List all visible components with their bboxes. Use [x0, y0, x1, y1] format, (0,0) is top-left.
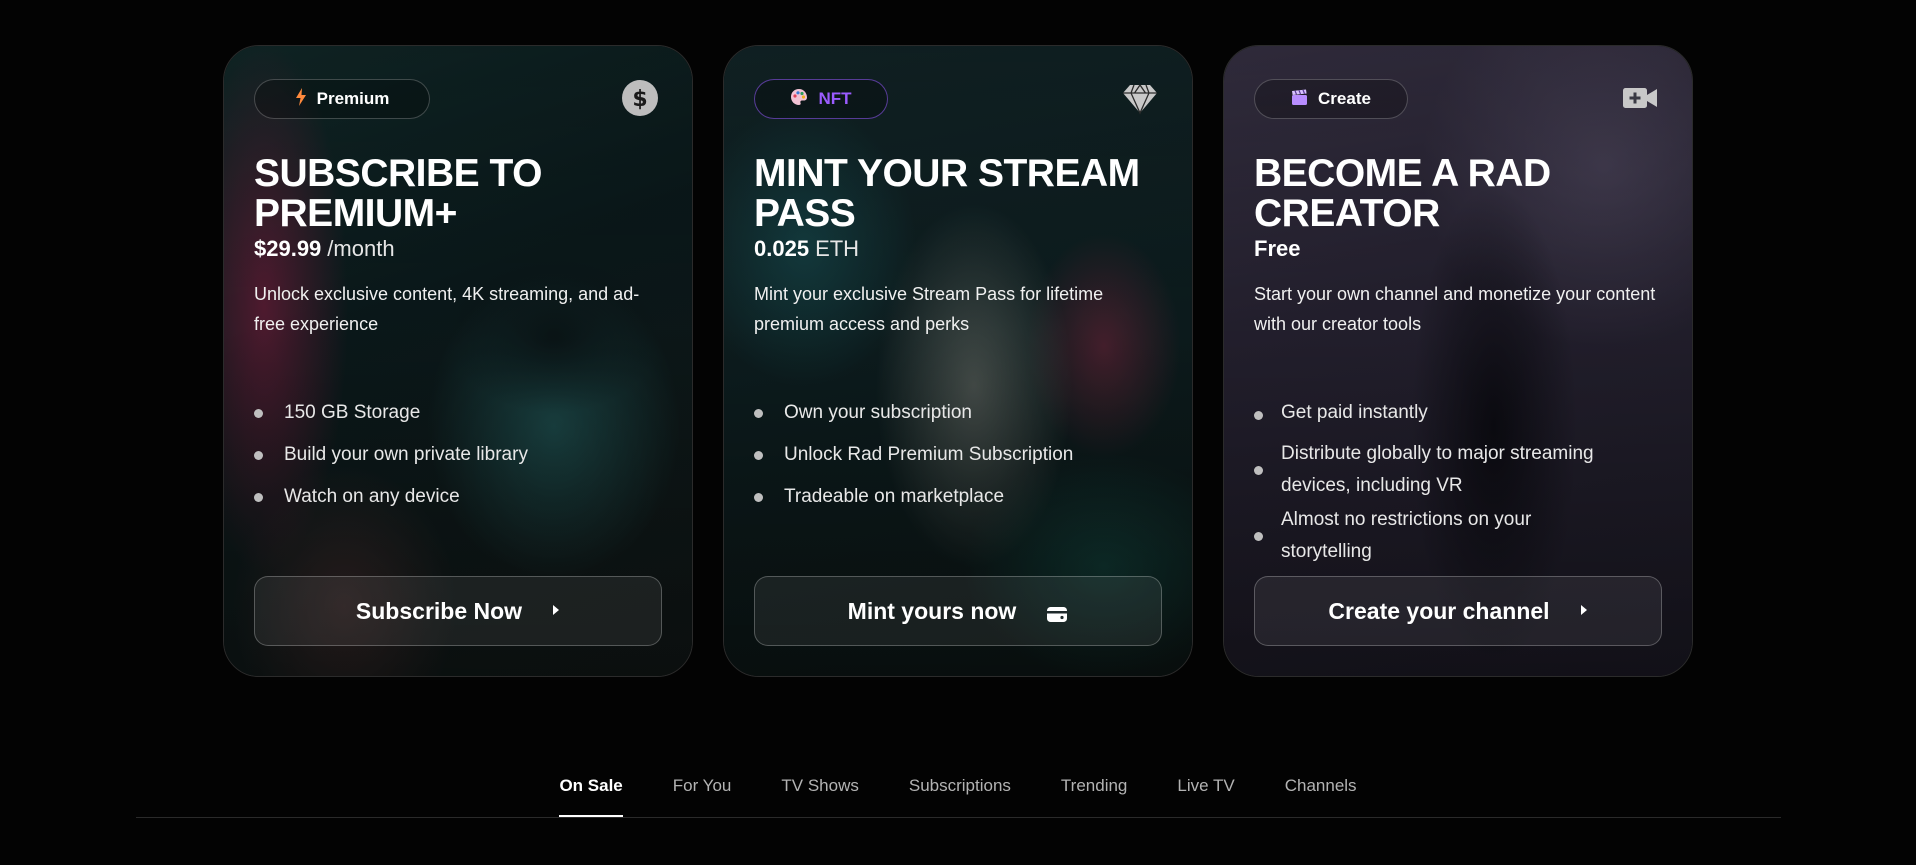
- creator-price: Free: [1254, 236, 1300, 262]
- tab-trending[interactable]: Trending: [1061, 770, 1127, 818]
- premium-badge: Premium: [254, 79, 430, 119]
- feature-item: 150 GB Storage: [254, 398, 664, 428]
- price-amount: Free: [1254, 236, 1301, 261]
- creator-card-title: BECOME A RAD CREATOR: [1254, 152, 1551, 235]
- nft-badge: NFT: [754, 79, 888, 119]
- palette-icon: [790, 88, 808, 110]
- tab-for-you[interactable]: For You: [673, 770, 732, 818]
- caret-right-icon: [552, 604, 560, 619]
- clapperboard-icon: [1291, 89, 1308, 110]
- feature-item: Unlock Rad Premium Subscription: [754, 440, 1164, 470]
- nft-description: Mint your exclusive Stream Pass for life…: [754, 284, 1104, 334]
- video-camera-plus-icon: [1621, 79, 1659, 117]
- nft-card: NFT MINT YOUR STREAM PASS 0.025 ETH Mint …: [723, 45, 1193, 677]
- dollar-circle-icon: $: [621, 79, 659, 117]
- nft-badge-label: NFT: [818, 89, 852, 108]
- nft-feature-list: Own your subscription Unlock Rad Premium…: [754, 398, 1164, 524]
- diamond-icon: [1121, 79, 1159, 117]
- tab-on-sale[interactable]: On Sale: [559, 770, 624, 818]
- feature-item: Build your own private library: [254, 440, 664, 470]
- mint-yours-now-label: Mint yours now: [847, 597, 1017, 624]
- subscribe-now-button[interactable]: Subscribe Now: [254, 576, 662, 646]
- tab-channels[interactable]: Channels: [1285, 770, 1357, 818]
- create-your-channel-button[interactable]: Create your channel: [1254, 576, 1662, 646]
- premium-description: Unlock exclusive content, 4K streaming, …: [254, 284, 640, 334]
- caret-right-icon: [1580, 604, 1588, 619]
- nft-price: 0.025 ETH: [754, 236, 859, 262]
- premium-feature-list: 150 GB Storage Build your own private li…: [254, 398, 664, 524]
- creator-description: Start your own channel and monetize your…: [1254, 284, 1656, 334]
- premium-card: Premium $ SUBSCRIBE TO PREMIUM+ $29.99/m…: [223, 45, 693, 677]
- page: Premium $ SUBSCRIBE TO PREMIUM+ $29.99/m…: [0, 0, 1916, 865]
- premium-badge-label: Premium: [316, 89, 390, 108]
- feature-item: Own your subscription: [754, 398, 1164, 428]
- feature-item: Watch on any device: [254, 482, 664, 512]
- category-tab-bar: On Sale For You TV Shows Subscriptions T…: [0, 770, 1916, 820]
- creator-feature-list: Get paid instantly Distribute globally t…: [1254, 398, 1664, 570]
- create-badge-label: Create: [1318, 89, 1371, 108]
- lightning-bolt-icon: [295, 88, 307, 110]
- price-amount: $29.99: [254, 236, 322, 261]
- feature-item: Almost no restrictions on your storytell…: [1254, 504, 1664, 568]
- price-unit: /month: [327, 236, 395, 261]
- tab-bar-divider: [136, 817, 1781, 818]
- svg-text:$: $: [632, 87, 647, 112]
- premium-price: $29.99/month: [254, 236, 395, 262]
- create-badge: Create: [1254, 79, 1408, 119]
- mint-yours-now-button[interactable]: Mint yours now: [754, 576, 1162, 646]
- subscribe-now-label: Subscribe Now: [355, 597, 523, 624]
- create-your-channel-label: Create your channel: [1328, 597, 1550, 624]
- tab-subscriptions[interactable]: Subscriptions: [909, 770, 1011, 818]
- price-amount: 0.025: [754, 236, 810, 261]
- feature-item: Tradeable on marketplace: [754, 482, 1164, 512]
- wallet-icon: [1046, 602, 1068, 622]
- creator-card: Create BECOME A RAD CREATOR Free Start y…: [1223, 45, 1693, 677]
- feature-item: Get paid instantly: [1254, 398, 1664, 428]
- price-unit: ETH: [815, 236, 860, 261]
- tab-live-tv[interactable]: Live TV: [1177, 770, 1234, 818]
- nft-card-title: MINT YOUR STREAM PASS: [754, 152, 1140, 235]
- feature-item: Distribute globally to major streaming d…: [1254, 438, 1664, 502]
- tab-tv-shows[interactable]: TV Shows: [781, 770, 858, 818]
- premium-card-title: SUBSCRIBE TO PREMIUM+: [254, 152, 543, 235]
